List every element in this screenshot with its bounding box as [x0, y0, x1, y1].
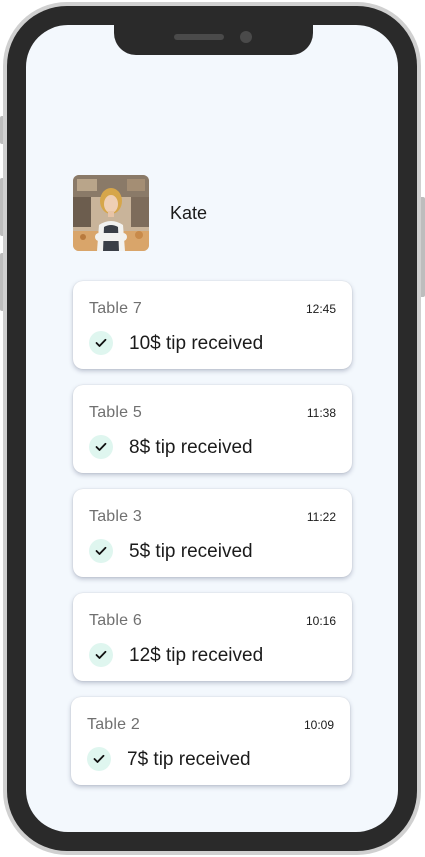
tip-message: 10$ tip received [129, 333, 264, 354]
table-label: Table 6 [89, 612, 142, 629]
table-label: Table 7 [89, 300, 142, 317]
check-icon [87, 747, 111, 771]
tip-message: 8$ tip received [129, 437, 253, 458]
check-icon [89, 435, 113, 459]
profile-header: Kate [73, 175, 207, 251]
table-label: Table 3 [89, 508, 142, 525]
tip-notification-card[interactable]: Table 7 12:45 10$ tip received [73, 281, 352, 369]
timestamp: 11:22 [306, 510, 336, 524]
tip-message: 12$ tip received [129, 645, 264, 666]
phone-frame: Kate Table 7 12:45 10$ tip received Tabl… [3, 2, 421, 855]
timestamp: 10:16 [305, 614, 336, 628]
notch [114, 25, 313, 55]
tip-message: 7$ tip received [127, 749, 251, 770]
timestamp: 11:38 [306, 406, 336, 420]
timestamp: 10:09 [303, 718, 334, 732]
speaker-grille [174, 34, 224, 40]
front-camera [240, 31, 252, 43]
check-icon [89, 539, 113, 563]
check-icon [89, 331, 113, 355]
tip-notification-card[interactable]: Table 6 10:16 12$ tip received [73, 593, 352, 681]
phone-bezel: Kate Table 7 12:45 10$ tip received Tabl… [7, 6, 417, 851]
tip-notification-card[interactable]: Table 2 10:09 7$ tip received [71, 697, 350, 785]
tip-message: 5$ tip received [129, 541, 253, 562]
timestamp: 12:45 [305, 302, 336, 316]
phone-screen: Kate Table 7 12:45 10$ tip received Tabl… [26, 25, 398, 832]
table-label: Table 5 [89, 404, 142, 421]
table-label: Table 2 [87, 716, 140, 733]
check-icon [89, 643, 113, 667]
phone-mockup: Kate Table 7 12:45 10$ tip received Tabl… [0, 0, 425, 857]
tip-notification-card[interactable]: Table 3 11:22 5$ tip received [73, 489, 352, 577]
avatar[interactable] [73, 175, 149, 251]
user-name: Kate [170, 202, 208, 223]
tip-notification-card[interactable]: Table 5 11:38 8$ tip received [73, 385, 352, 473]
